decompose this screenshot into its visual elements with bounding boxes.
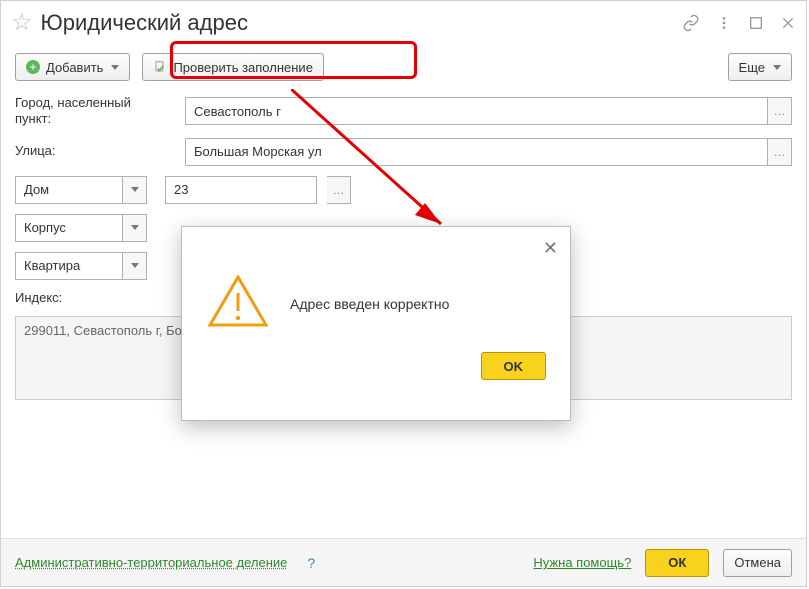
chevron-down-icon <box>131 263 139 268</box>
street-label: Улица: <box>15 143 175 159</box>
close-icon[interactable] <box>780 15 796 31</box>
dialog-ok-button[interactable]: OK <box>481 352 547 380</box>
check-fill-label: Проверить заполнение <box>173 60 312 75</box>
house-type-select[interactable] <box>15 176 123 204</box>
index-label: Индекс: <box>15 290 62 306</box>
city-label: Город, населенный пункт: <box>15 95 175 128</box>
house-type-dropdown-button[interactable] <box>123 176 147 204</box>
favorite-star-icon[interactable]: ☆ <box>11 11 33 35</box>
house-input[interactable] <box>165 176 317 204</box>
admin-division-link[interactable]: Административно-территориальное деление <box>15 555 287 570</box>
corpus-type-select[interactable] <box>15 214 123 242</box>
help-icon[interactable]: ? <box>307 555 315 571</box>
house-lookup-button[interactable]: … <box>327 176 351 204</box>
dialog-message: Адрес введен корректно <box>290 296 449 312</box>
dialog-body: Адрес введен корректно <box>182 227 570 352</box>
street-lookup-button[interactable]: … <box>768 138 792 166</box>
add-button-label: Добавить <box>46 60 103 75</box>
dialog-close-button[interactable]: ✕ <box>543 239 558 257</box>
street-input[interactable] <box>185 138 768 166</box>
flat-type-select[interactable] <box>15 252 123 280</box>
flat-type-dropdown-button[interactable] <box>123 252 147 280</box>
plus-icon: + <box>26 60 40 74</box>
add-button[interactable]: + Добавить <box>15 53 130 81</box>
validation-dialog: ✕ Адрес введен корректно OK <box>181 226 571 421</box>
more-button[interactable]: Еще <box>728 53 792 81</box>
maximize-icon[interactable] <box>748 15 764 31</box>
corpus-type-dropdown-button[interactable] <box>123 214 147 242</box>
city-lookup-button[interactable]: … <box>768 97 792 125</box>
address-window: ☆ Юридический адрес + Добавить Проверить… <box>0 0 807 587</box>
cancel-button[interactable]: Отмена <box>723 549 792 577</box>
chevron-down-icon <box>773 65 781 70</box>
chevron-down-icon <box>131 225 139 230</box>
city-input[interactable] <box>185 97 768 125</box>
footer: Административно-территориальное деление … <box>1 538 806 586</box>
chevron-down-icon <box>131 187 139 192</box>
need-help-link[interactable]: Нужна помощь? <box>533 555 631 570</box>
link-icon[interactable] <box>682 14 700 32</box>
titlebar: ☆ Юридический адрес <box>1 1 806 45</box>
page-title: Юридический адрес <box>41 10 682 36</box>
toolbar: + Добавить Проверить заполнение Еще <box>1 45 806 89</box>
titlebar-actions <box>682 14 796 32</box>
more-button-label: Еще <box>739 60 765 75</box>
check-fill-button[interactable]: Проверить заполнение <box>142 53 323 81</box>
warning-icon <box>208 275 268 332</box>
document-check-icon <box>153 60 167 74</box>
chevron-down-icon <box>111 65 119 70</box>
ok-button[interactable]: ОК <box>645 549 709 577</box>
kebab-menu-icon[interactable] <box>716 15 732 31</box>
